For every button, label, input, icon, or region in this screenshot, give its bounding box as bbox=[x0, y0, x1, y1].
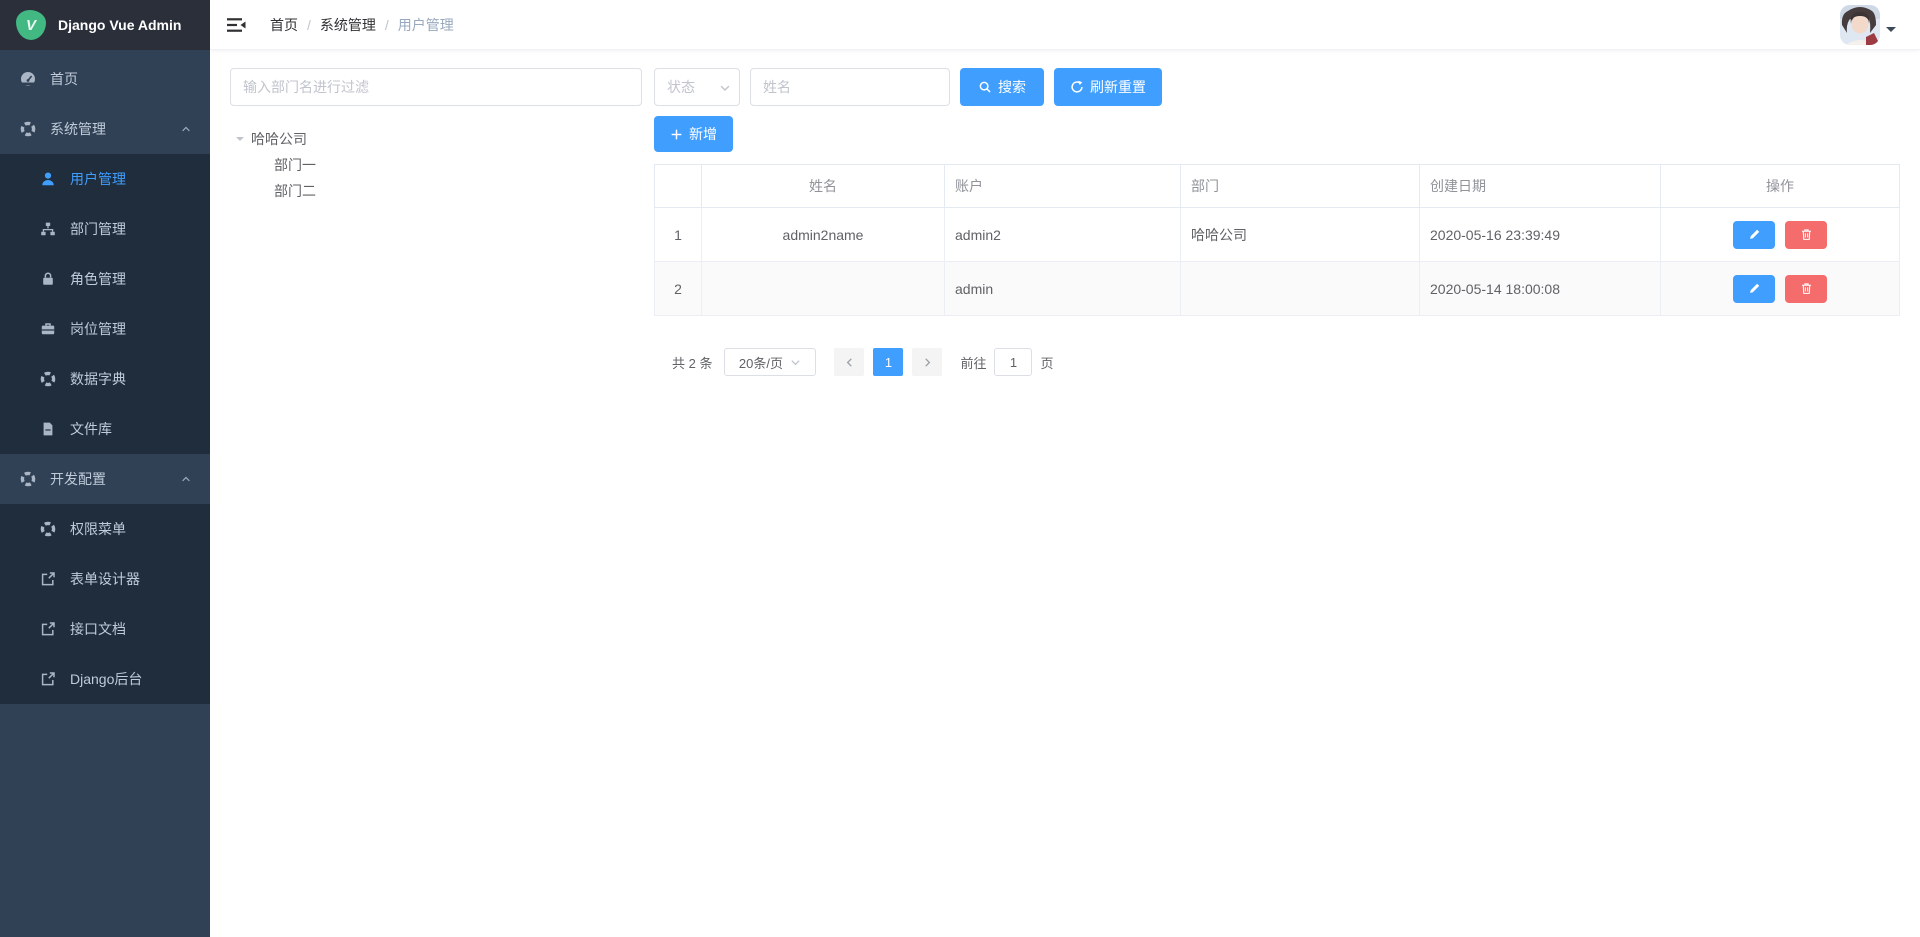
hamburger-icon bbox=[226, 15, 246, 35]
department-panel: 哈哈公司 部门一 部门二 bbox=[230, 68, 642, 376]
status-select[interactable]: 状态 bbox=[654, 68, 740, 106]
sidebar-item-django-admin[interactable]: Django后台 bbox=[0, 654, 210, 704]
app-logo[interactable]: V Django Vue Admin bbox=[0, 0, 210, 50]
refresh-reset-button[interactable]: 刷新重置 bbox=[1054, 68, 1162, 106]
external-link-icon bbox=[40, 621, 56, 637]
add-user-button[interactable]: 新增 bbox=[654, 116, 733, 152]
sidebar-item-api-docs[interactable]: 接口文档 bbox=[0, 604, 210, 654]
name-filter-input[interactable] bbox=[750, 68, 950, 106]
lifebuoy-icon bbox=[20, 471, 36, 487]
search-icon bbox=[978, 80, 992, 94]
caret-down-icon bbox=[1886, 27, 1896, 37]
edit-button[interactable] bbox=[1733, 221, 1775, 249]
lifebuoy-icon bbox=[20, 121, 36, 137]
sidebar-item-dept-mgmt[interactable]: 部门管理 bbox=[0, 204, 210, 254]
col-account: 账户 bbox=[945, 165, 1181, 208]
submenu-dev-config: 权限菜单 表单设计器 接口文档 Django后台 bbox=[0, 504, 210, 704]
lifebuoy-icon bbox=[40, 371, 56, 387]
sidebar-item-home[interactable]: 首页 bbox=[0, 54, 210, 104]
delete-button[interactable] bbox=[1785, 275, 1827, 303]
pagination-total: 共 2 条 bbox=[672, 353, 712, 372]
sidebar: V Django Vue Admin 首页 系统管理 用户管理 部门管理 角 bbox=[0, 0, 210, 937]
tree-node-dept-2[interactable]: 部门二 bbox=[230, 178, 642, 204]
breadcrumb-current: 用户管理 bbox=[398, 15, 454, 35]
submenu-system: 用户管理 部门管理 角色管理 岗位管理 数据字典 文件库 bbox=[0, 154, 210, 454]
department-filter-input[interactable] bbox=[230, 68, 642, 106]
plus-icon bbox=[670, 128, 683, 141]
external-link-icon bbox=[40, 571, 56, 587]
edit-pencil-icon bbox=[1748, 228, 1761, 241]
sidebar-item-post-mgmt[interactable]: 岗位管理 bbox=[0, 304, 210, 354]
chevron-down-icon bbox=[789, 356, 802, 369]
breadcrumb-home[interactable]: 首页 bbox=[270, 15, 298, 35]
table-row: 2 admin 2020-05-14 18:00:08 bbox=[655, 262, 1900, 316]
filter-bar: 状态 搜索 刷新重置 bbox=[654, 68, 1900, 106]
chevron-left-icon bbox=[843, 356, 856, 369]
chevron-right-icon bbox=[921, 356, 934, 369]
external-link-icon bbox=[40, 671, 56, 687]
chevron-up-icon bbox=[180, 473, 192, 485]
sidebar-item-user-mgmt[interactable]: 用户管理 bbox=[0, 154, 210, 204]
delete-button[interactable] bbox=[1785, 221, 1827, 249]
users-table: 姓名 账户 部门 创建日期 操作 1 admin2name admin2 哈哈公… bbox=[654, 164, 1900, 316]
department-tree: 哈哈公司 部门一 部门二 bbox=[230, 126, 642, 204]
top-navbar: 首页 / 系统管理 / 用户管理 bbox=[210, 0, 1920, 50]
col-name: 姓名 bbox=[702, 165, 945, 208]
trash-icon bbox=[1800, 282, 1813, 295]
sidebar-item-form-designer[interactable]: 表单设计器 bbox=[0, 554, 210, 604]
trash-icon bbox=[1800, 228, 1813, 241]
col-index bbox=[655, 165, 702, 208]
sidebar-item-file-library[interactable]: 文件库 bbox=[0, 404, 210, 454]
sidebar-menu: 首页 系统管理 用户管理 部门管理 角色管理 岗位管理 bbox=[0, 50, 210, 704]
sitemap-icon bbox=[40, 221, 56, 237]
pagination: 共 2 条 20条/页 1 前往 页 bbox=[654, 348, 1900, 376]
page-size-select[interactable]: 20条/页 bbox=[724, 348, 816, 376]
table-header-row: 姓名 账户 部门 创建日期 操作 bbox=[655, 165, 1900, 208]
next-page-button[interactable] bbox=[912, 348, 942, 376]
prev-page-button[interactable] bbox=[834, 348, 864, 376]
col-dept: 部门 bbox=[1181, 165, 1420, 208]
sidebar-item-role-mgmt[interactable]: 角色管理 bbox=[0, 254, 210, 304]
lock-icon bbox=[40, 271, 56, 287]
app-title: Django Vue Admin bbox=[58, 17, 181, 33]
lifebuoy-icon bbox=[40, 521, 56, 537]
breadcrumb-section[interactable]: 系统管理 bbox=[320, 15, 376, 35]
main-area: 首页 / 系统管理 / 用户管理 bbox=[210, 0, 1920, 394]
breadcrumb: 首页 / 系统管理 / 用户管理 bbox=[270, 15, 454, 35]
refresh-icon bbox=[1070, 80, 1084, 94]
pagination-goto: 前往 页 bbox=[960, 348, 1053, 376]
tree-expand-icon[interactable] bbox=[236, 137, 244, 145]
goto-page-input[interactable] bbox=[994, 348, 1032, 376]
sidebar-section-system[interactable]: 系统管理 bbox=[0, 104, 210, 154]
user-avatar-dropdown[interactable] bbox=[1840, 5, 1896, 45]
table-row: 1 admin2name admin2 哈哈公司 2020-05-16 23:3… bbox=[655, 208, 1900, 262]
chevron-down-icon bbox=[718, 81, 732, 95]
briefcase-icon bbox=[40, 321, 56, 337]
vue-logo-icon: V bbox=[16, 10, 46, 40]
tree-node-company[interactable]: 哈哈公司 bbox=[230, 126, 642, 152]
page-number-active[interactable]: 1 bbox=[873, 348, 903, 376]
sidebar-item-data-dict[interactable]: 数据字典 bbox=[0, 354, 210, 404]
sidebar-section-dev-config[interactable]: 开发配置 bbox=[0, 454, 210, 504]
page-content: 哈哈公司 部门一 部门二 状态 搜索 bbox=[210, 50, 1920, 394]
document-icon bbox=[40, 421, 56, 437]
sidebar-collapse-button[interactable] bbox=[210, 0, 262, 49]
col-actions: 操作 bbox=[1661, 165, 1900, 208]
edit-button[interactable] bbox=[1733, 275, 1775, 303]
user-icon bbox=[40, 171, 56, 187]
user-table-panel: 状态 搜索 刷新重置 新增 bbox=[654, 68, 1900, 376]
sidebar-item-permission-menu[interactable]: 权限菜单 bbox=[0, 504, 210, 554]
edit-pencil-icon bbox=[1748, 282, 1761, 295]
avatar bbox=[1840, 5, 1880, 45]
tree-node-dept-1[interactable]: 部门一 bbox=[230, 152, 642, 178]
col-created: 创建日期 bbox=[1420, 165, 1661, 208]
chevron-up-icon bbox=[180, 123, 192, 135]
search-button[interactable]: 搜索 bbox=[960, 68, 1044, 106]
dashboard-icon bbox=[20, 71, 36, 87]
